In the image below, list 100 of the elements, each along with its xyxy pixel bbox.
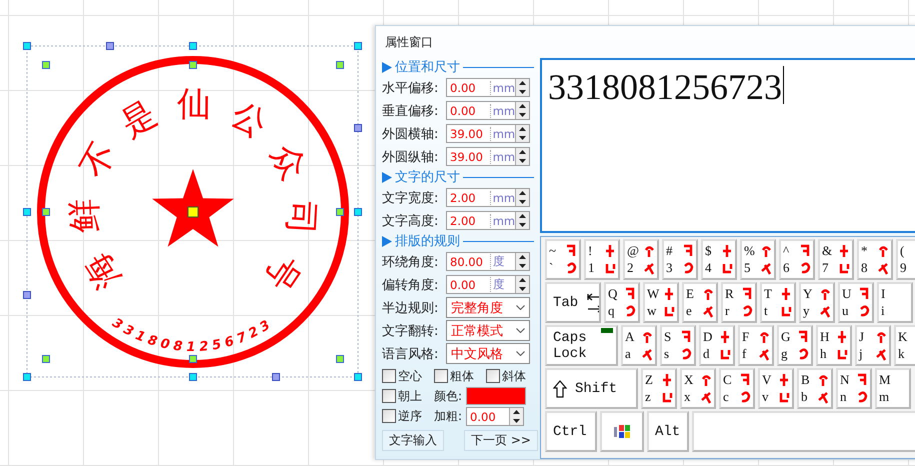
keyboard-key[interactable]: B b	[797, 368, 833, 409]
keyboard-key[interactable]: U u	[838, 282, 874, 323]
down-arrow-icon	[519, 222, 526, 227]
keyboard-key[interactable]: $ 4	[701, 239, 737, 280]
selection-handle[interactable]	[106, 42, 114, 50]
keyboard-key[interactable]: W w	[643, 282, 679, 323]
selection-handle[interactable]	[42, 355, 50, 363]
keyboard-key[interactable]: G g	[777, 325, 813, 366]
number-field[interactable]: 0.00 mm	[446, 101, 530, 120]
spinner-button[interactable]	[515, 102, 529, 119]
center-handle[interactable]	[188, 206, 198, 218]
dropdown[interactable]: 中文风格	[446, 343, 530, 364]
selection-handle[interactable]	[42, 208, 50, 216]
text-input-area[interactable]: 3318081256723	[540, 58, 915, 233]
checkbox[interactable]	[434, 369, 448, 383]
chevron-down-icon	[516, 328, 525, 333]
keyboard-key[interactable]: M m	[875, 368, 911, 409]
keyboard-key[interactable]: E e	[682, 282, 718, 323]
alt-key[interactable]: Alt	[647, 411, 689, 452]
keyboard-key[interactable]: R r	[721, 282, 757, 323]
selection-handle[interactable]	[23, 42, 31, 50]
script-glyph-icon	[739, 390, 751, 405]
script-glyph-icon	[741, 286, 753, 302]
checkbox[interactable]	[382, 389, 396, 403]
keyboard-key[interactable]: A a	[621, 325, 657, 366]
field-label: 垂直偏移:	[382, 102, 440, 120]
keyboard-key[interactable]: V v	[758, 368, 794, 409]
checkbox[interactable]	[382, 409, 396, 423]
selection-handle[interactable]	[354, 208, 362, 216]
selection-handle[interactable]	[336, 61, 344, 69]
windows-key[interactable]	[600, 411, 644, 452]
keyboard-key[interactable]: @ 2	[623, 239, 659, 280]
selection-handle[interactable]	[23, 373, 31, 381]
ctrl-key[interactable]: Ctrl	[545, 411, 597, 452]
keyboard-key[interactable]: T t	[760, 282, 796, 323]
spinner-button[interactable]	[515, 189, 529, 206]
number-field[interactable]: 2.00 mm	[446, 188, 530, 207]
spinner-button[interactable]	[509, 408, 524, 425]
keyboard-key[interactable]: Y y	[799, 282, 835, 323]
number-field[interactable]: 2.00 mm	[446, 211, 530, 230]
spinner-button[interactable]	[515, 148, 529, 165]
number-field[interactable]: 0.00 mm	[446, 78, 530, 97]
selection-handle[interactable]	[23, 208, 31, 216]
keyboard-key[interactable]: J j	[855, 325, 891, 366]
keyboard-key[interactable]: D d	[699, 325, 735, 366]
selection-handle[interactable]	[354, 42, 362, 50]
keyboard-key[interactable]: C c	[719, 368, 755, 409]
keyboard-key[interactable]: ( 9	[896, 239, 915, 280]
number-field[interactable]: 0.00	[466, 407, 524, 426]
selection-handle[interactable]	[354, 373, 362, 381]
keyboard-key[interactable]: S s	[660, 325, 696, 366]
keyboard-key[interactable]: & 7	[818, 239, 854, 280]
keyboard-key[interactable]: % 5	[740, 239, 776, 280]
keyboard-key[interactable]: ! 1	[584, 239, 620, 280]
selection-handle[interactable]	[189, 42, 197, 50]
panel-button[interactable]: 文字输入	[382, 430, 444, 451]
script-glyph-icon	[624, 304, 636, 319]
keyboard-key[interactable]: F f	[738, 325, 774, 366]
selection-handle[interactable]	[189, 61, 197, 69]
number-field[interactable]: 39.00 mm	[446, 124, 530, 143]
keyboard-key[interactable]: I i	[877, 282, 913, 323]
spinner-button[interactable]	[515, 79, 529, 96]
number-field[interactable]: 0.00 度	[446, 275, 530, 294]
keyboard-key[interactable]: Q q	[604, 282, 640, 323]
selection-handle[interactable]	[272, 373, 280, 381]
keyboard-key[interactable]: N n	[836, 368, 872, 409]
selection-handle[interactable]	[354, 124, 362, 132]
checkbox[interactable]	[486, 369, 500, 383]
spinner-button[interactable]	[515, 212, 529, 229]
keyboard-key[interactable]: ~ `	[545, 239, 581, 280]
keyboard-key[interactable]: H h	[816, 325, 852, 366]
dropdown[interactable]: 完整角度	[446, 297, 530, 318]
caps-lock-key[interactable]: Caps Lock	[545, 325, 618, 366]
spinner-button[interactable]	[515, 276, 529, 293]
checkbox[interactable]	[382, 369, 396, 383]
keyboard-key[interactable]: ^ 6	[779, 239, 815, 280]
selection-handle[interactable]	[23, 291, 31, 299]
space-key[interactable]	[692, 411, 915, 452]
selection-handle[interactable]	[189, 355, 197, 363]
keyboard-key[interactable]: Z z	[641, 368, 677, 409]
spinner-button[interactable]	[515, 253, 529, 270]
keyboard-key[interactable]: # 3	[662, 239, 698, 280]
number-field[interactable]: 39.00 mm	[446, 147, 530, 166]
selection-handle[interactable]	[336, 208, 344, 216]
panel-button[interactable]: 下一页 >>	[464, 430, 538, 451]
shift-key[interactable]: Shift	[545, 368, 638, 409]
script-glyph-icon	[797, 329, 809, 344]
tab-key[interactable]: Tab	[545, 282, 601, 323]
color-swatch[interactable]	[466, 387, 526, 405]
selection-handle[interactable]	[189, 373, 197, 381]
keyboard-key[interactable]: * 8	[857, 239, 893, 280]
spinner-button[interactable]	[515, 125, 529, 142]
selection-handle[interactable]	[336, 355, 344, 363]
stamp-character: 司	[280, 200, 321, 236]
number-field[interactable]: 80.00 度	[446, 252, 530, 271]
selection-handle[interactable]	[42, 61, 50, 69]
keyboard-key[interactable]: X x	[680, 368, 716, 409]
script-glyph-icon	[663, 286, 675, 302]
dropdown[interactable]: 正常模式	[446, 320, 530, 341]
keyboard-key[interactable]: K k	[894, 325, 915, 366]
